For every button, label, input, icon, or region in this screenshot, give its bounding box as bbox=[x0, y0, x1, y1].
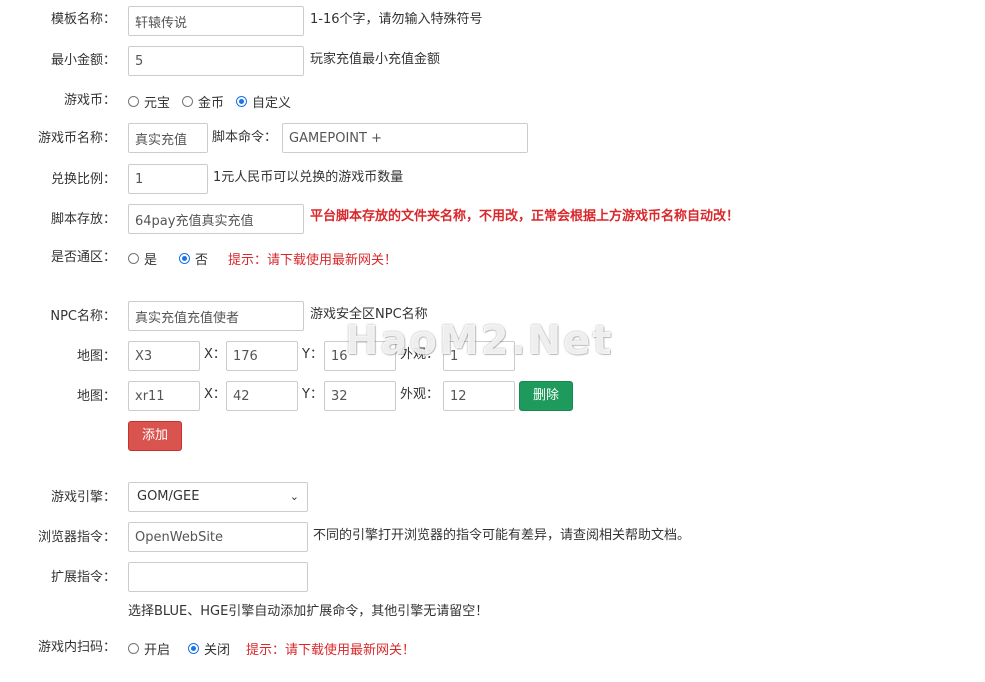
qr-scan-label: 游戏内扫码： bbox=[37, 640, 116, 655]
look-label: 外观： bbox=[400, 347, 440, 362]
min-amount-hint: 玩家充值最小充值金额 bbox=[310, 52, 441, 67]
all-zones-radio-group: 是 否 提示：请下载使用最新网关！ bbox=[128, 248, 397, 268]
script-storage-warning: 平台脚本存放的文件夹名称，不用改，正常会根据上方游戏币名称自动改！ bbox=[310, 209, 740, 224]
all-zones-option-no[interactable]: 否 bbox=[179, 249, 208, 268]
template-name-label: 模板名称： bbox=[50, 12, 116, 27]
npc-name-hint: 游戏安全区NPC名称 bbox=[310, 307, 428, 322]
game-currency-label: 游戏币： bbox=[63, 93, 116, 108]
engine-select[interactable]: GOM/GEE ⌄ bbox=[128, 482, 308, 512]
delete-map-button[interactable]: 删除 bbox=[519, 381, 573, 411]
all-zones-tip: 提示：请下载使用最新网关！ bbox=[228, 252, 398, 268]
radio-icon[interactable] bbox=[128, 642, 139, 654]
currency-name-label: 游戏币名称： bbox=[37, 131, 116, 146]
radio-checked-icon[interactable] bbox=[188, 642, 200, 654]
add-map-button[interactable]: 添加 bbox=[128, 421, 182, 451]
browser-command-hint: 不同的引擎打开浏览器的指令可能有差异，请查阅相关帮助文档。 bbox=[313, 528, 691, 543]
engine-selected-value: GOM/GEE bbox=[137, 489, 200, 504]
script-command-label: 脚本命令： bbox=[212, 130, 278, 145]
all-zones-option-yes[interactable]: 是 bbox=[128, 249, 157, 268]
x-input[interactable] bbox=[226, 341, 298, 371]
min-amount-label: 最小金额： bbox=[50, 53, 116, 68]
exchange-ratio-hint: 1元人民币可以兑换的游戏币数量 bbox=[213, 170, 404, 185]
extension-command-label: 扩展指令： bbox=[50, 570, 116, 585]
look-input[interactable] bbox=[443, 381, 515, 411]
map-label: 地图： bbox=[76, 349, 116, 364]
all-zones-label: 是否通区： bbox=[50, 250, 116, 265]
currency-option-yuanbao[interactable]: 元宝 bbox=[128, 92, 170, 111]
qr-scan-option-on[interactable]: 开启 bbox=[128, 639, 170, 658]
x-label: X： bbox=[204, 347, 226, 362]
radio-icon[interactable] bbox=[128, 95, 139, 107]
exchange-ratio-input[interactable] bbox=[128, 164, 208, 194]
x-label: X： bbox=[204, 387, 226, 402]
min-amount-input[interactable] bbox=[128, 46, 304, 76]
chevron-down-icon: ⌄ bbox=[289, 490, 299, 503]
npc-name-label: NPC名称： bbox=[50, 309, 116, 324]
x-input[interactable] bbox=[226, 381, 298, 411]
script-command-input[interactable] bbox=[282, 123, 528, 153]
map-input[interactable] bbox=[128, 381, 200, 411]
browser-command-label: 浏览器指令： bbox=[37, 530, 116, 545]
radio-checked-icon[interactable] bbox=[179, 252, 191, 264]
radio-icon[interactable] bbox=[182, 95, 194, 107]
currency-option-gold[interactable]: 金币 bbox=[182, 92, 224, 111]
look-label: 外观： bbox=[400, 387, 440, 402]
extension-command-input[interactable] bbox=[128, 562, 308, 592]
y-label: Y： bbox=[302, 347, 323, 362]
qr-scan-radio-group: 开启 关闭 提示：请下载使用最新网关！ bbox=[128, 638, 415, 658]
radio-icon[interactable] bbox=[128, 252, 139, 264]
script-storage-label: 脚本存放： bbox=[50, 212, 116, 227]
currency-option-custom[interactable]: 自定义 bbox=[236, 92, 291, 111]
y-label: Y： bbox=[302, 387, 323, 402]
qr-scan-option-off[interactable]: 关闭 bbox=[188, 639, 230, 658]
template-name-input[interactable] bbox=[128, 6, 304, 36]
look-input[interactable] bbox=[443, 341, 515, 371]
currency-name-input[interactable] bbox=[128, 123, 208, 153]
qr-scan-tip: 提示：请下载使用最新网关！ bbox=[246, 642, 416, 658]
radio-checked-icon[interactable] bbox=[236, 95, 248, 107]
exchange-ratio-label: 兑换比例： bbox=[50, 172, 116, 187]
y-input[interactable] bbox=[324, 381, 396, 411]
npc-name-input[interactable] bbox=[128, 301, 304, 331]
template-name-hint: 1-16个字，请勿输入特殊符号 bbox=[310, 12, 483, 27]
extension-command-hint: 选择BLUE、HGE引擎自动添加扩展命令，其他引擎无请留空！ bbox=[128, 604, 489, 619]
script-storage-input[interactable] bbox=[128, 204, 304, 234]
engine-label: 游戏引擎： bbox=[50, 490, 116, 505]
map-label: 地图： bbox=[76, 389, 116, 404]
map-input[interactable] bbox=[128, 341, 200, 371]
game-currency-radio-group: 元宝 金币 自定义 bbox=[128, 91, 303, 111]
y-input[interactable] bbox=[324, 341, 396, 371]
browser-command-input[interactable] bbox=[128, 522, 308, 552]
